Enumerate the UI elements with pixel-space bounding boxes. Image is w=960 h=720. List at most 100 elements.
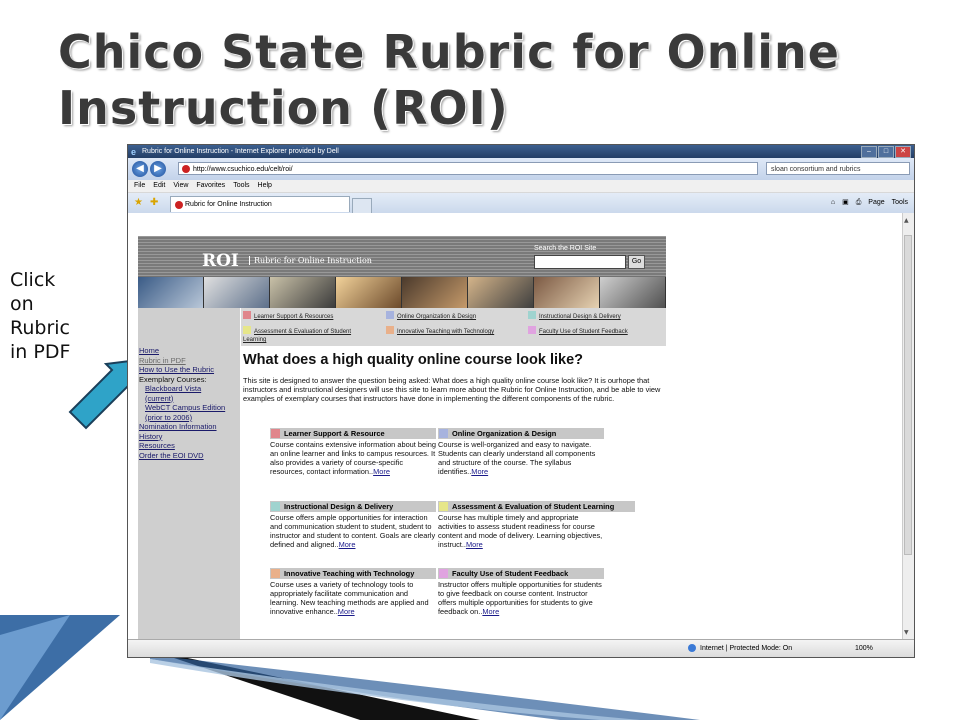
card-title: Assessment & Evaluation of Student Learn…: [452, 502, 615, 511]
roi-page: ROI Rubric for Online Instruction Search…: [138, 236, 666, 640]
vertical-scrollbar[interactable]: ▲ ▼: [902, 213, 914, 640]
close-button[interactable]: ✕: [895, 146, 911, 158]
add-favorite-icon[interactable]: ✚: [150, 197, 158, 208]
slide-title-line-1: Chico State Rubric for Online: [58, 25, 841, 79]
category-link[interactable]: Online Organization & Design: [386, 311, 476, 321]
browser-search-text: sloan consortium and rubrics: [771, 166, 861, 173]
browser-search-input[interactable]: sloan consortium and rubrics: [766, 162, 910, 175]
menu-edit[interactable]: Edit: [153, 180, 165, 192]
address-bar-row: ◀ ▶ http://www.csuchico.edu/celt/roi/ sl…: [128, 158, 914, 180]
sidebar-item-webct[interactable]: WebCT Campus Edition: [138, 403, 240, 413]
browser-title-bar: e Rubric for Online Instruction - Intern…: [128, 145, 914, 158]
card-more-link[interactable]: More: [338, 607, 355, 616]
card-title: Instructional Design & Delivery: [284, 502, 394, 511]
callout-text: Click on Rubric in PDF: [10, 268, 100, 364]
tab-title: Rubric for Online Instruction: [185, 201, 272, 208]
card-swatch: [439, 569, 448, 578]
sidebar-item-how-to-use[interactable]: How to Use the Rubric: [138, 365, 240, 375]
site-favicon-icon: [182, 165, 190, 173]
favorites-star-icon[interactable]: ★: [134, 197, 143, 208]
rubric-card: Learner Support & Resource Course contai…: [270, 428, 436, 476]
sidebar-item-nomination[interactable]: Nomination Information: [138, 422, 240, 432]
slide-title-line-2: Instruction (ROI): [58, 81, 509, 135]
card-more-link[interactable]: More: [482, 607, 499, 616]
sidebar-item-resources[interactable]: Resources: [138, 441, 240, 451]
callout-line: Click: [10, 269, 56, 291]
sidebar-item-rubric-pdf[interactable]: Rubric in PDF: [138, 356, 240, 366]
site-search-go-button[interactable]: Go: [628, 255, 645, 269]
rubric-card: Instructional Design & Delivery Course o…: [270, 501, 436, 549]
scrollbar-thumb[interactable]: [904, 235, 912, 555]
site-banner: ROI Rubric for Online Instruction Search…: [138, 236, 666, 308]
browser-window: e Rubric for Online Instruction - Intern…: [127, 144, 915, 658]
tab-bar: ★ ✚ Rubric for Online Instruction ⌂ ▣ ⎙ …: [128, 193, 914, 213]
main-content: What does a high quality online course l…: [243, 346, 666, 640]
site-search-input[interactable]: [534, 255, 626, 269]
category-swatch: [528, 326, 536, 334]
page-heading: What does a high quality online course l…: [243, 352, 583, 368]
rubric-card: Online Organization & Design Course is w…: [438, 428, 604, 476]
category-link[interactable]: Instructional Design & Delivery: [528, 311, 621, 321]
category-link[interactable]: Innovative Teaching with Technology: [386, 326, 494, 336]
menu-help[interactable]: Help: [258, 180, 272, 192]
status-bar: Internet | Protected Mode: On 100%: [128, 639, 914, 657]
menu-favorites[interactable]: Favorites: [196, 180, 225, 192]
scroll-up-icon[interactable]: ▲: [904, 217, 909, 224]
callout-line: Rubric: [10, 317, 70, 339]
category-link[interactable]: Faculty Use of Student Feedback: [528, 326, 628, 336]
sidebar-heading-exemplary: Exemplary Courses:: [139, 374, 207, 384]
window-title: Rubric for Online Instruction - Internet…: [142, 148, 339, 155]
tab-active[interactable]: Rubric for Online Instruction: [170, 196, 350, 212]
card-text: Course has multiple timely and appropria…: [438, 513, 603, 549]
slide-title: Chico State Rubric for Online Instructio…: [58, 24, 938, 136]
category-swatch: [528, 311, 536, 319]
card-swatch: [271, 502, 280, 511]
rubric-card: Faculty Use of Student Feedback Instruct…: [438, 568, 604, 616]
card-more-link[interactable]: More: [339, 540, 356, 549]
tab-favicon-icon: [175, 201, 183, 209]
new-tab-button[interactable]: [352, 198, 372, 213]
page-menu[interactable]: Page: [868, 197, 884, 209]
card-title: Learner Support & Resource: [284, 429, 385, 438]
print-icon[interactable]: ⎙: [856, 197, 862, 209]
minimize-button[interactable]: –: [861, 146, 877, 158]
sidebar-item-home[interactable]: Home: [138, 346, 240, 356]
card-title: Faculty Use of Student Feedback: [452, 569, 569, 578]
zoom-level[interactable]: 100%: [855, 640, 873, 657]
category-swatch: [386, 311, 394, 319]
card-text: Instructor offers multiple opportunities…: [438, 580, 602, 616]
tools-menu[interactable]: Tools: [892, 197, 908, 209]
menu-file[interactable]: File: [134, 180, 145, 192]
sidebar-item-webct-prior[interactable]: (prior to 2006): [138, 413, 240, 423]
card-more-link[interactable]: More: [471, 467, 488, 476]
rubric-card: Assessment & Evaluation of Student Learn…: [438, 501, 635, 549]
card-title: Online Organization & Design: [452, 429, 557, 438]
menu-tools[interactable]: Tools: [233, 180, 249, 192]
home-icon[interactable]: ⌂: [831, 197, 835, 209]
scroll-down-icon[interactable]: ▼: [904, 629, 909, 636]
sidebar-item-history[interactable]: History: [138, 432, 240, 442]
category-link[interactable]: Learner Support & Resources: [243, 311, 333, 321]
window-controls: – □ ✕: [861, 146, 911, 158]
card-swatch: [439, 502, 448, 511]
menu-view[interactable]: View: [173, 180, 188, 192]
url-text: http://www.csuchico.edu/celt/roi/: [193, 166, 293, 173]
category-swatch: [386, 326, 394, 334]
card-more-link[interactable]: More: [466, 540, 483, 549]
back-button[interactable]: ◀: [132, 161, 148, 177]
card-swatch: [271, 429, 280, 438]
address-input[interactable]: http://www.csuchico.edu/celt/roi/: [178, 162, 758, 175]
command-bar: ⌂ ▣ ⎙ Page Tools: [831, 197, 908, 209]
category-swatch: [243, 326, 251, 334]
page-viewport: ROI Rubric for Online Instruction Search…: [128, 213, 914, 640]
forward-button[interactable]: ▶: [150, 161, 166, 177]
maximize-button[interactable]: □: [878, 146, 894, 158]
sidebar-item-blackboard-vista[interactable]: Blackboard Vista: [138, 384, 240, 394]
category-link[interactable]: Assessment & Evaluation of Student Learn…: [243, 326, 373, 344]
feeds-icon[interactable]: ▣: [842, 197, 849, 209]
category-swatch: [243, 311, 251, 319]
sidebar-item-blackboard-vista-current[interactable]: (current): [138, 394, 240, 404]
site-search-label: Search the ROI Site: [534, 245, 597, 252]
card-more-link[interactable]: More: [373, 467, 390, 476]
sidebar-item-order-dvd[interactable]: Order the EOI DVD: [138, 451, 240, 461]
